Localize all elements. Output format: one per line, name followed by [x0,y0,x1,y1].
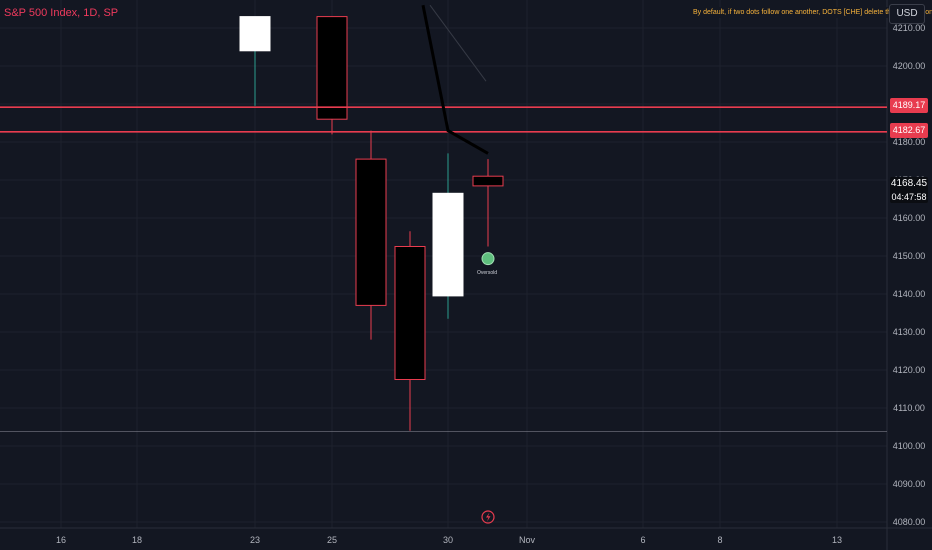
price-chart[interactable]: 4080.00 4090.00 4100.00 4110.00 4120.00 4130.… [0,0,932,550]
price-tag-line-1[interactable]: 4189.17 [890,98,928,113]
bar-countdown: 04:47:58 [891,192,927,202]
price-axis-label: 4150.00 [893,251,926,261]
chart-area[interactable]: 4080.00 4090.00 4100.00 4110.00 4120.00 4130.… [0,0,932,550]
candle-body[interactable] [394,246,426,380]
faint-trend-line[interactable] [429,4,487,82]
lightning-icon[interactable] [481,510,495,524]
oversold-label: Oversold [477,270,498,276]
time-axis-label: 8 [717,535,722,545]
time-axis-label: 18 [132,535,142,545]
price-axis-label: 4130.00 [893,327,926,337]
price-axis-label: 4140.00 [893,289,926,299]
price-tag-line-2[interactable]: 4182.67 [890,123,928,138]
candle-body[interactable] [239,16,271,52]
price-axis-label: 4100.00 [893,441,926,451]
time-axis-label: 23 [250,535,260,545]
price-axis-label: 4120.00 [893,365,926,375]
candle-body[interactable] [432,192,464,297]
price-axis-label: 4200.00 [893,61,926,71]
last-price-tag: 4168.45 04:47:58 [890,177,928,203]
oversold-dot[interactable] [481,252,495,266]
time-axis-label: 25 [327,535,337,545]
price-axis-label: 4110.00 [893,403,925,413]
time-axis-label: Nov [519,535,536,545]
price-axis-label: 4210.00 [893,23,926,33]
candle-body[interactable] [316,16,348,120]
time-axis-label: 16 [56,535,66,545]
price-axis-label: 4160.00 [893,213,926,223]
price-axis-label: 4090.00 [893,479,926,489]
time-axis-label: 30 [443,535,453,545]
candle-body[interactable] [355,158,387,306]
price-axis-label: 4180.00 [893,137,926,147]
time-axis-label: 13 [832,535,842,545]
symbol-title[interactable]: S&P 500 Index, 1D, SP [4,7,118,19]
candle-body[interactable] [472,175,504,187]
currency-button[interactable]: USD [889,4,925,24]
last-price-value: 4168.45 [890,178,928,189]
price-axis-label: 4080.00 [893,517,926,527]
time-axis-label: 6 [640,535,645,545]
